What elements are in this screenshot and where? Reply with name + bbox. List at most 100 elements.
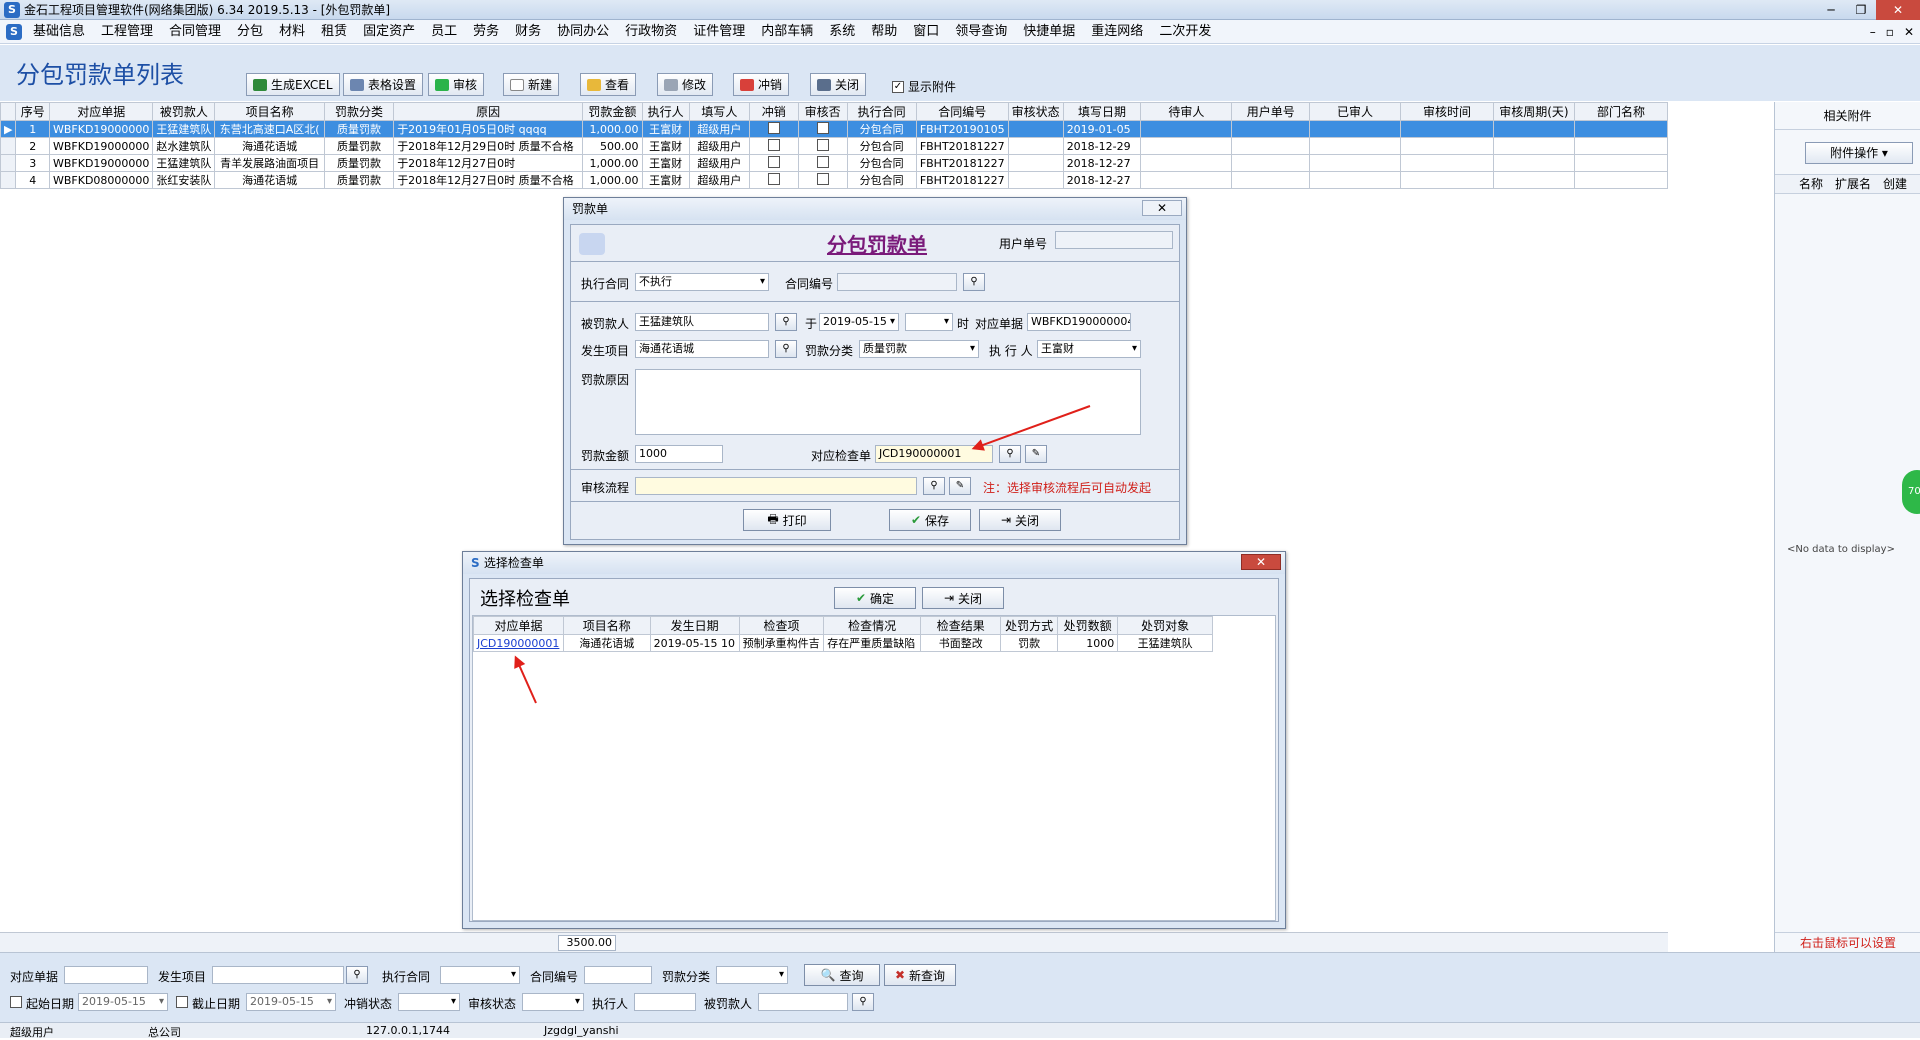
- checkbox[interactable]: [816, 121, 829, 134]
- menu-item[interactable]: 员工: [423, 20, 465, 44]
- cell[interactable]: FBHT20181227: [915, 137, 1009, 155]
- menu-item[interactable]: 基础信息: [25, 20, 93, 44]
- cell[interactable]: 超级用户: [688, 137, 750, 155]
- cell[interactable]: 王猛建筑队: [152, 120, 216, 138]
- cell[interactable]: [1400, 171, 1494, 189]
- audit-status-select[interactable]: [522, 993, 584, 1011]
- cell[interactable]: [1492, 171, 1575, 189]
- reverse-status-select[interactable]: [398, 993, 460, 1011]
- hour-select[interactable]: [905, 313, 953, 331]
- cell[interactable]: [1231, 137, 1311, 155]
- column-header[interactable]: 名称: [1775, 175, 1829, 193]
- audit-button[interactable]: 审核: [428, 73, 485, 96]
- column-header[interactable]: 审核时间: [1400, 102, 1494, 121]
- cell[interactable]: [1573, 171, 1669, 189]
- cell[interactable]: [1231, 154, 1311, 172]
- amount-field[interactable]: 1000: [635, 445, 723, 463]
- menu-item[interactable]: 证件管理: [685, 20, 753, 44]
- cell[interactable]: 质量罚款: [323, 120, 395, 138]
- cell[interactable]: 于2018年12月27日0时: [393, 154, 584, 172]
- column-header[interactable]: 处罚方式: [1000, 616, 1058, 635]
- filter-doc-input[interactable]: [64, 966, 148, 984]
- row-checkbox[interactable]: [797, 171, 848, 189]
- column-header[interactable]: 被罚款人: [152, 102, 216, 121]
- cell[interactable]: WBFKD19000000: [48, 137, 154, 155]
- cell[interactable]: [1573, 120, 1669, 138]
- cell[interactable]: 青羊发展路油面项目: [214, 154, 325, 172]
- column-header[interactable]: 对应单据: [48, 102, 154, 121]
- cell[interactable]: 赵水建筑队: [152, 137, 216, 155]
- column-header[interactable]: 发生日期: [649, 616, 740, 635]
- column-header[interactable]: 创建: [1877, 175, 1913, 193]
- floating-badge[interactable]: 70: [1902, 470, 1920, 514]
- modify-button[interactable]: 修改: [657, 73, 714, 96]
- flow-pick-icon[interactable]: ⚲: [923, 477, 945, 495]
- cell[interactable]: 质量罚款: [323, 171, 395, 189]
- row-checkbox[interactable]: [748, 154, 799, 172]
- cell[interactable]: 2018-12-27: [1062, 154, 1142, 172]
- cell[interactable]: 王猛建筑队: [152, 154, 216, 172]
- column-header[interactable]: 审核状态: [1007, 102, 1064, 121]
- filter-executor-input[interactable]: [634, 993, 696, 1011]
- cell[interactable]: [1492, 137, 1575, 155]
- column-header[interactable]: 填写日期: [1062, 102, 1142, 121]
- column-header[interactable]: 审核否: [797, 102, 848, 121]
- close-button[interactable]: 关闭: [810, 73, 867, 96]
- row-indicator[interactable]: [0, 171, 17, 189]
- cell[interactable]: [1140, 137, 1233, 155]
- checkbox[interactable]: [816, 155, 829, 168]
- row-checkbox[interactable]: [797, 154, 848, 172]
- reason-textarea[interactable]: [635, 369, 1141, 435]
- checkbox[interactable]: [816, 138, 829, 151]
- pick-close-button[interactable]: ⇥ 关闭: [922, 587, 1004, 609]
- row-checkbox[interactable]: [748, 171, 799, 189]
- cell[interactable]: [1573, 137, 1669, 155]
- cell[interactable]: 1,000.00: [582, 171, 643, 189]
- checkbox[interactable]: [767, 155, 780, 168]
- cell[interactable]: 王富财: [641, 154, 690, 172]
- cell[interactable]: [1492, 154, 1575, 172]
- cell[interactable]: 1,000.00: [582, 154, 643, 172]
- check-clear-icon[interactable]: ✎: [1025, 445, 1047, 463]
- column-header[interactable]: 项目名称: [563, 616, 651, 635]
- cell[interactable]: 王富财: [641, 120, 690, 138]
- cell[interactable]: WBFKD19000000: [48, 154, 154, 172]
- table-settings-button[interactable]: 表格设置: [343, 73, 424, 96]
- column-header[interactable]: 已审人: [1309, 102, 1402, 121]
- end-date-field[interactable]: 2019-05-15: [246, 993, 336, 1011]
- show-attachments-toggle[interactable]: ✓ 显示附件: [892, 78, 956, 95]
- category-select[interactable]: 质量罚款: [859, 340, 979, 358]
- show-attachments-checkbox[interactable]: ✓: [892, 80, 904, 93]
- checkbox[interactable]: [767, 138, 780, 151]
- print-button[interactable]: 🖶 打印: [743, 509, 831, 531]
- cell[interactable]: FBHT20190105: [915, 120, 1009, 138]
- cell[interactable]: [1400, 137, 1494, 155]
- cell[interactable]: [1309, 171, 1402, 189]
- column-header[interactable]: 扩展名: [1829, 175, 1877, 193]
- menu-item[interactable]: 重连网络: [1083, 20, 1151, 44]
- menu-item[interactable]: 行政物资: [617, 20, 685, 44]
- cell[interactable]: [1140, 120, 1233, 138]
- cell[interactable]: 分包合同: [846, 171, 917, 189]
- query-button[interactable]: 🔍 查询: [804, 964, 880, 986]
- filter-contract-no-input[interactable]: [584, 966, 652, 984]
- cell[interactable]: 分包合同: [846, 137, 917, 155]
- cell[interactable]: 1: [15, 120, 50, 138]
- filter-category-select[interactable]: [716, 966, 788, 984]
- table-row[interactable]: JCD190000001 海通花语城 2019-05-15 10 预制承重构件吉…: [472, 634, 1213, 652]
- cell[interactable]: FBHT20181227: [915, 154, 1009, 172]
- table-row[interactable]: 4 WBFKD08000000 张红安装队 海通花语城 质量罚款 于2018年12月27日…: [0, 171, 1669, 189]
- menu-item[interactable]: 系统: [821, 20, 863, 44]
- table-row[interactable]: ▶ 1 WBFKD19000000 王猛建筑队 东营北高速口A区北(质量罚款 于2019年…: [0, 120, 1669, 138]
- menu-item[interactable]: 材料: [271, 20, 313, 44]
- menu-item[interactable]: 领导查询: [947, 20, 1015, 44]
- confirm-button[interactable]: ✔ 确定: [834, 587, 916, 609]
- cell[interactable]: [1231, 120, 1311, 138]
- start-date-field[interactable]: 2019-05-15: [78, 993, 168, 1011]
- cell[interactable]: 王富财: [641, 137, 690, 155]
- fine-dialog-close-icon[interactable]: ✕: [1142, 200, 1182, 216]
- export-excel-button[interactable]: 生成EXCEL: [246, 73, 340, 96]
- executor-select[interactable]: 王富财: [1037, 340, 1141, 358]
- cell[interactable]: 2: [15, 137, 50, 155]
- exec-contract-select[interactable]: 不执行: [635, 273, 769, 291]
